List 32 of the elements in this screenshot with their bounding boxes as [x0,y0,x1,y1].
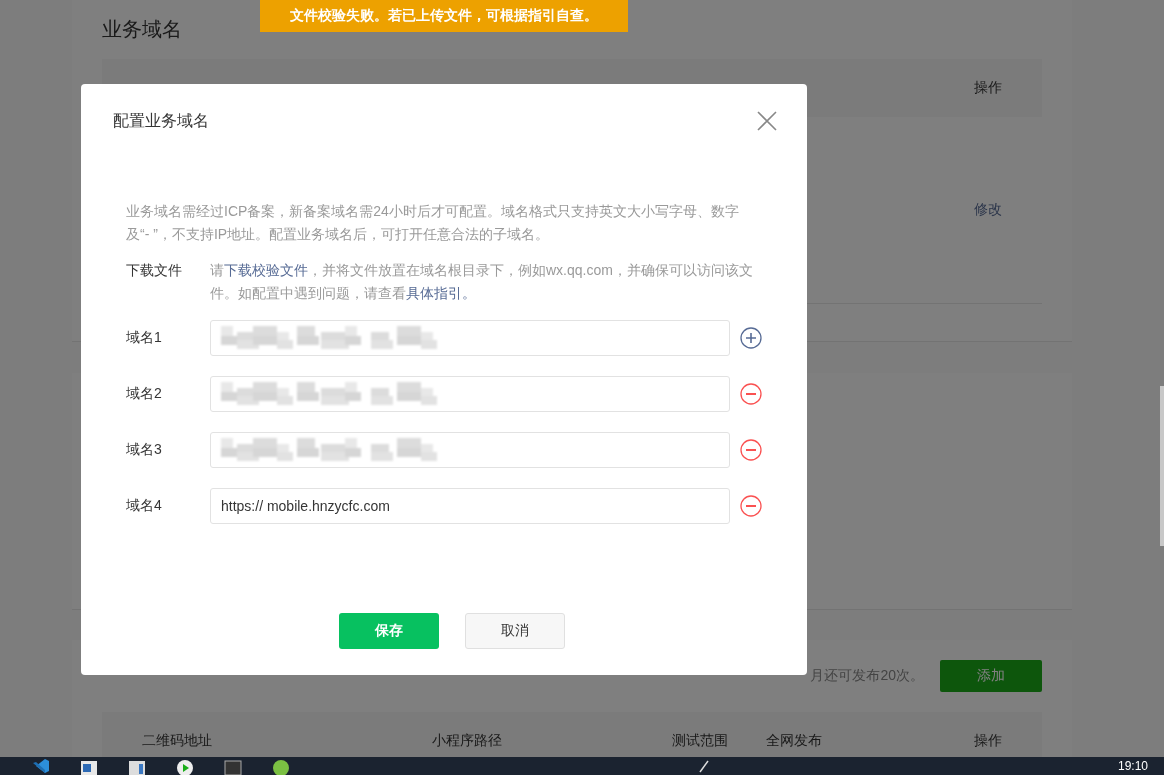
remove-icon[interactable] [740,439,762,461]
column-header: 测试范围 [672,732,729,750]
add-icon[interactable] [740,327,762,349]
remove-icon[interactable] [740,383,762,405]
column-header: 小程序路径 [432,732,503,750]
column-header: 操作 [974,79,1002,97]
description-text: 业务域名需经过ICP备案，新备案域名需24小时后才可配置。域名格式只支持英文大小写字母、数字及“- ”，不支持IP地址。配置业务域名后，可打开任意合法的子域名。 [126,202,740,244]
remove-icon[interactable] [740,495,762,517]
field-label: 域名2 [126,385,163,403]
smiley-icon[interactable] [272,757,290,775]
field-label: 域名1 [126,329,163,347]
download-instructions: 请下载校验文件，并将文件放置在域名根目录下，例如wx.qq.com，并确保可以访问该文件。如配置中遇到问题，请查看具体指引。 [210,261,754,303]
code-editor-icon[interactable] [32,757,50,775]
pen-icon[interactable] [698,759,710,773]
close-icon[interactable] [757,111,777,131]
scrollbar[interactable] [1160,386,1164,546]
clock: 19:10 [1117,759,1148,773]
column-header: 操作 [974,732,1003,750]
link[interactable]: 具体指引。 [406,285,476,301]
section-title: 业务域名 [102,17,182,42]
column-header: 全网发布 [766,732,823,750]
play-icon[interactable] [176,757,194,775]
field-label: 域名4 [126,497,163,515]
field-label: 下载文件 [126,261,183,280]
error-toast: 文件校验失败。若已上传文件，可根据指引自查。 [260,0,628,32]
column-header: 二维码地址 [142,732,213,750]
dialog-title: 配置业务域名 [113,110,209,131]
field-label: 域名3 [126,441,163,459]
domain-input-field[interactable]: https:// mobile.hnzycfc.com [210,488,730,524]
cancel-button[interactable]: 取消 [464,613,565,649]
link[interactable]: 下载校验文件 [224,262,308,278]
edit-link[interactable]: 修改 [974,201,1002,219]
